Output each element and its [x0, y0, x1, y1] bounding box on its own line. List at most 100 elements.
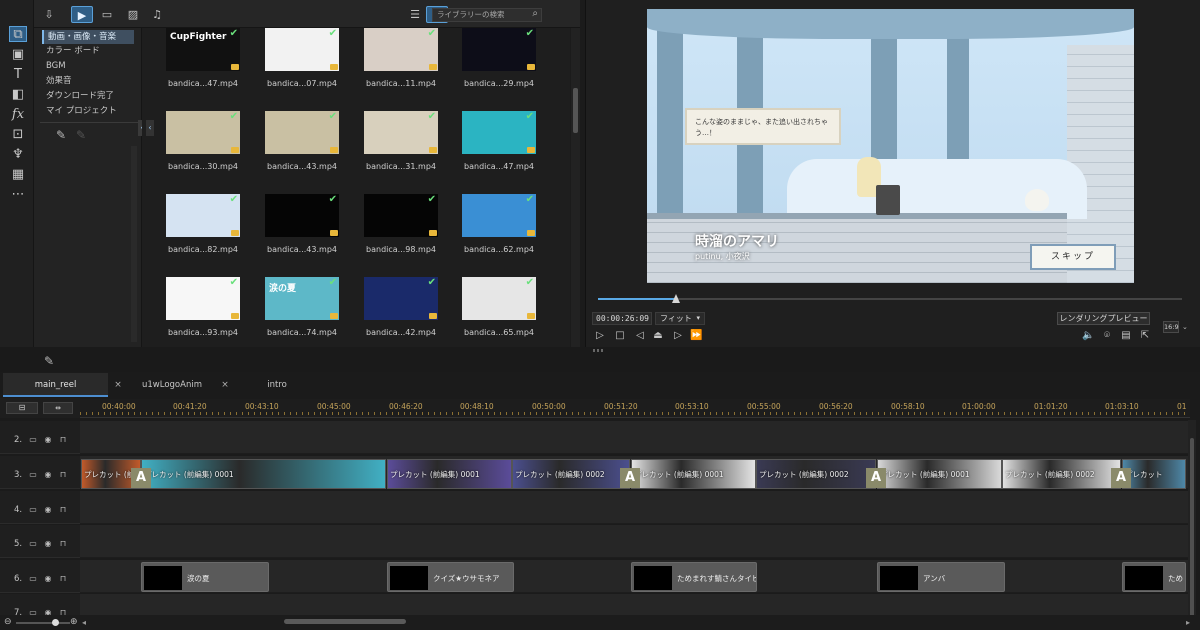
media-thumbnail[interactable]: ✔ — [265, 111, 339, 154]
track-type-icon[interactable]: ▭ — [28, 470, 38, 479]
transition-room-icon[interactable]: ◧ — [9, 87, 27, 103]
media-thumbnail[interactable]: ✔ — [265, 194, 339, 237]
title-clip[interactable]: 涙の夏 — [141, 562, 269, 592]
library-search-input[interactable]: ライブラリーの検索 ⌕ — [432, 8, 542, 22]
media-thumbnail[interactable]: 涙の夏 ✔ — [265, 277, 339, 320]
lock-icon[interactable]: ⊓ — [58, 539, 68, 548]
snapshot-icon[interactable]: ⌾ — [1101, 330, 1113, 342]
pip-room-icon[interactable]: ▣ — [9, 47, 27, 63]
render-preview-button[interactable]: レンダリングプレビュー — [1057, 312, 1150, 325]
remove-tag-icon[interactable]: ✎ — [74, 128, 88, 142]
lock-icon[interactable]: ⊓ — [58, 470, 68, 479]
eye-icon[interactable]: ◉ — [43, 505, 53, 514]
transition-marker[interactable]: A — [866, 468, 886, 488]
video-clip[interactable]: プレカット (前編集) 0001 — [631, 459, 756, 489]
title-clip[interactable]: アンバ — [877, 562, 1005, 592]
track-header[interactable]: 5. ▭ ◉ ⊓ — [0, 525, 80, 558]
tab-intro[interactable]: intro — [232, 373, 322, 397]
media-thumbnail[interactable]: ✔ — [462, 111, 536, 154]
expand-panel-icon[interactable]: ‹ — [146, 120, 154, 136]
tab-main-reel[interactable]: main_reel — [3, 373, 108, 397]
more-icon[interactable]: ⋯ — [9, 187, 27, 203]
next-frame-icon[interactable]: ▷ — [672, 330, 684, 342]
scroll-right-icon[interactable]: ▸ — [1186, 618, 1190, 627]
zoom-slider[interactable] — [16, 622, 70, 624]
aspect-ratio-select[interactable]: 16:9 — [1163, 321, 1179, 333]
filter-video-icon[interactable]: ▶ — [71, 6, 93, 23]
subtitle-icon[interactable]: ▤ — [1120, 330, 1132, 342]
track-lane[interactable] — [80, 525, 1190, 558]
video-clip[interactable]: プレカット — [1122, 459, 1186, 489]
lock-icon[interactable]: ⊓ — [58, 505, 68, 514]
fit-timeline-icon[interactable]: ⇹ — [43, 402, 73, 414]
track-type-icon[interactable]: ▭ — [28, 505, 38, 514]
particle-room-icon[interactable]: ♆ — [9, 147, 27, 163]
filter-music-icon[interactable]: ♫ — [146, 6, 168, 23]
transition-marker[interactable]: A — [1111, 468, 1131, 488]
undock-icon[interactable]: ⇱ — [1139, 330, 1151, 342]
category-my-projects[interactable]: マイ プロジェクト — [42, 104, 134, 118]
track-header[interactable]: 2. ▭ ◉ ⊓ — [0, 421, 80, 454]
fast-forward-icon[interactable]: ⏩ — [690, 330, 702, 342]
title-clip[interactable]: クイズ★ウサモネア — [387, 562, 514, 592]
video-clip[interactable]: プレカット (前編集) 0001 — [387, 459, 512, 489]
video-clip[interactable]: プレカット (前編集) 0002 — [1002, 459, 1121, 489]
chevron-down-icon[interactable]: ⌄ — [1182, 321, 1190, 333]
search-icon[interactable]: ⌕ — [532, 8, 538, 20]
media-thumbnail[interactable]: ✔ — [364, 277, 438, 320]
transition-marker[interactable]: A — [620, 468, 640, 488]
title-clip[interactable]: ためまれす鯖さんタイピング — [631, 562, 757, 592]
video-clip[interactable]: プレカット (前編集) 0001 — [141, 459, 386, 489]
subtitle-room-icon[interactable]: ▦ — [9, 167, 27, 183]
timeline-vscroll[interactable] — [1188, 420, 1196, 618]
category-color-board[interactable]: カラー ボード — [42, 44, 134, 58]
track-manager-icon[interactable]: ⊟ — [6, 402, 38, 414]
video-clip[interactable]: プレカット (前編集) 0001 — [877, 459, 1002, 489]
lock-icon[interactable]: ⊓ — [58, 574, 68, 583]
media-thumbnail[interactable]: ✔ — [462, 194, 536, 237]
eye-icon[interactable]: ◉ — [43, 574, 53, 583]
eye-icon[interactable]: ◉ — [43, 435, 53, 444]
video-clip[interactable]: プレカット (前編集) 0002 — [512, 459, 630, 489]
volume-icon[interactable]: 🔈 — [1082, 330, 1094, 342]
category-scrollbar[interactable] — [131, 146, 137, 342]
transition-marker[interactable]: A — [131, 468, 151, 488]
scrub-bar[interactable] — [598, 298, 1182, 300]
resize-grip[interactable] — [593, 349, 605, 352]
track-header[interactable]: 4. ▭ ◉ ⊓ — [0, 491, 80, 524]
filter-photo-icon[interactable]: ▨ — [122, 6, 144, 23]
add-tag-icon[interactable]: ✎ — [54, 128, 68, 142]
media-thumbnail[interactable]: CupFighter ✔ — [166, 28, 240, 71]
list-view-icon[interactable]: ☰ — [404, 6, 426, 23]
zoom-in-icon[interactable]: ⊕ — [70, 617, 78, 627]
eye-icon[interactable]: ◉ — [43, 470, 53, 479]
timecode-field[interactable]: 00:00:26:09 — [592, 312, 652, 325]
close-icon[interactable]: × — [219, 373, 231, 397]
video-clip[interactable]: プレカット (前編集) 0002 — [756, 459, 876, 489]
category-sfx[interactable]: 効果音 — [42, 74, 134, 88]
track-lane[interactable] — [80, 421, 1190, 454]
eye-icon[interactable]: ◉ — [43, 539, 53, 548]
close-icon[interactable]: × — [112, 373, 124, 397]
import-media-icon[interactable]: ⇩ — [38, 6, 60, 23]
media-thumbnail[interactable]: ✔ — [364, 194, 438, 237]
edit-tool-icon[interactable]: ✎ — [42, 354, 56, 368]
track-header[interactable]: 6. ▭ ◉ ⊓ — [0, 560, 80, 593]
split-icon[interactable]: ⏏ — [652, 330, 664, 342]
media-thumbnail[interactable]: ✔ — [364, 28, 438, 71]
track-type-icon[interactable]: ▭ — [28, 574, 38, 583]
category-downloads[interactable]: ダウンロード完了 — [42, 89, 134, 103]
track-type-icon[interactable]: ▭ — [28, 539, 38, 548]
media-thumbnail[interactable]: ✔ — [364, 111, 438, 154]
lock-icon[interactable]: ⊓ — [58, 435, 68, 444]
track-type-icon[interactable]: ▭ — [28, 435, 38, 444]
media-thumbnail[interactable]: ✔ — [462, 28, 536, 71]
scroll-left-icon[interactable]: ◂ — [82, 618, 86, 627]
previous-frame-icon[interactable]: ◁ — [634, 330, 646, 342]
media-thumbnail[interactable]: ✔ — [166, 194, 240, 237]
media-thumbnail[interactable]: ✔ — [265, 28, 339, 71]
media-thumbnail[interactable]: ✔ — [166, 277, 240, 320]
media-room-icon[interactable]: ⧉ — [9, 26, 27, 42]
category-bgm[interactable]: BGM — [42, 59, 134, 73]
media-thumbnail[interactable]: ✔ — [166, 111, 240, 154]
